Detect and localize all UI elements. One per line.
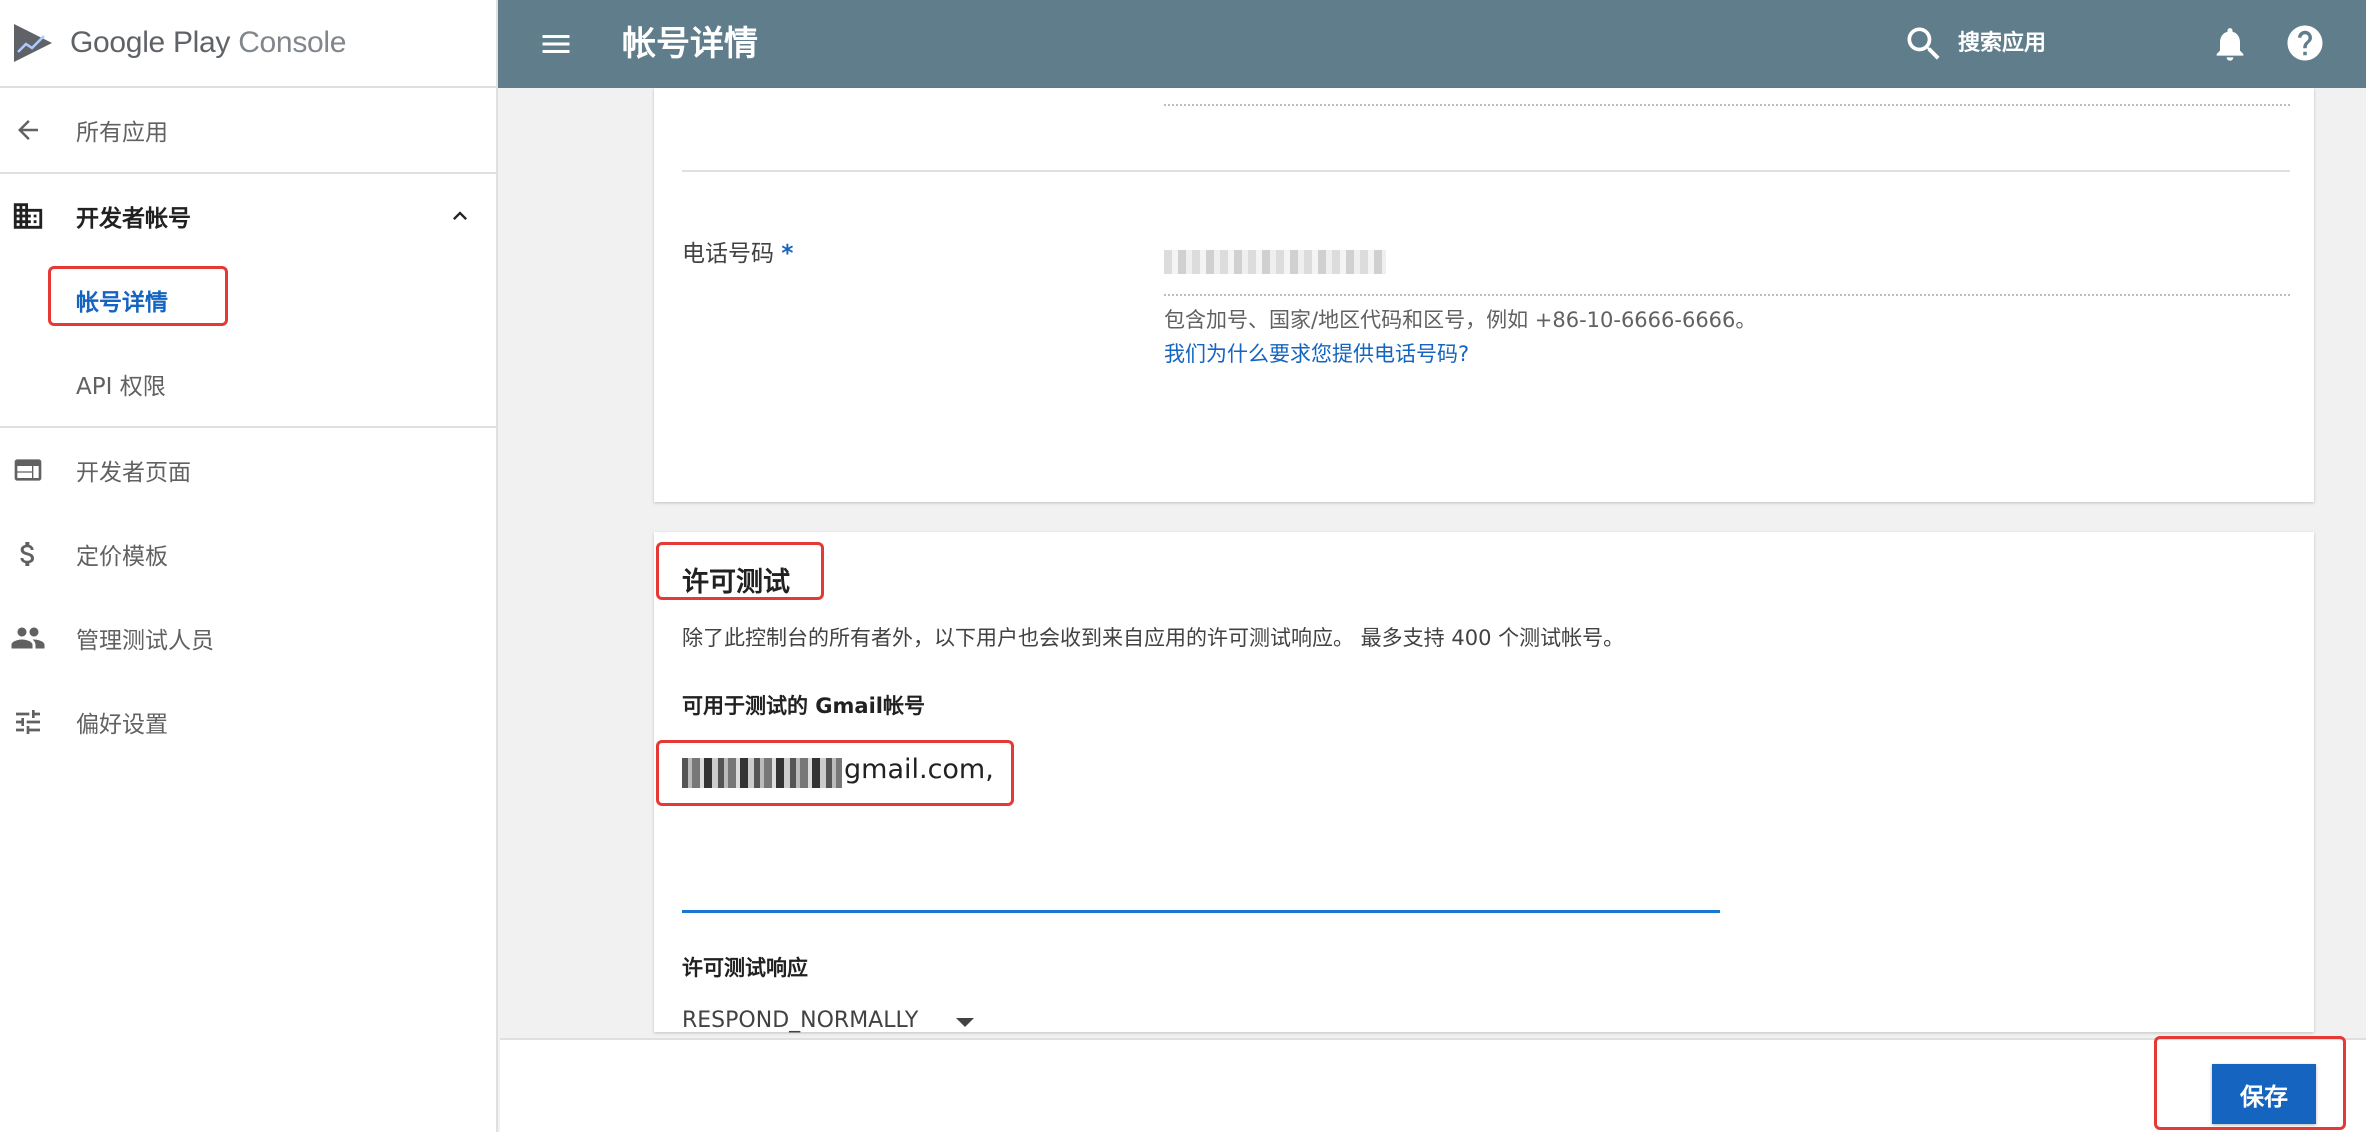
sidebar-item-developer-page[interactable]: 开发者页面 — [0, 428, 496, 512]
field-divider — [682, 170, 2290, 172]
sidebar-item-pricing-templates[interactable]: 定价模板 — [0, 512, 496, 596]
phone-number-underline — [1164, 294, 2290, 296]
search-icon[interactable] — [1902, 22, 1946, 66]
contact-details-card: 电话号码 * 包含加号、国家/地区代码和区号，例如 +86-10-6666-66… — [654, 88, 2314, 502]
annotation-box-gmail — [656, 740, 1014, 806]
bottom-action-bar: 保存 — [500, 1038, 2366, 1132]
phone-number-input[interactable] — [1164, 250, 1386, 274]
previous-field-underline — [1164, 104, 2290, 106]
sidebar-item-label: 偏好设置 — [76, 712, 168, 738]
sidebar-item-preferences[interactable]: 偏好设置 — [0, 680, 496, 764]
chevron-up-icon[interactable] — [446, 202, 474, 230]
app-logo[interactable]: Google Play Console — [0, 0, 496, 88]
license-testing-description: 除了此控制台的所有者外，以下用户也会收到来自应用的许可测试响应。 最多支持 40… — [682, 626, 1625, 650]
top-app-bar: 帐号详情 搜索应用 — [498, 0, 2366, 88]
building-icon — [10, 198, 46, 234]
sidebar-item-manage-testers[interactable]: 管理测试人员 — [0, 596, 496, 680]
menu-icon[interactable] — [538, 26, 574, 62]
sidebar-item-all-apps[interactable]: 所有应用 — [0, 88, 496, 172]
license-response-select[interactable]: RESPOND_NORMALLY — [682, 1008, 982, 1038]
page-title: 帐号详情 — [622, 24, 758, 64]
help-icon[interactable] — [2284, 22, 2326, 64]
textarea-underline — [682, 910, 1720, 913]
sidebar-item-label: 开发者页面 — [76, 460, 191, 486]
license-response-value: RESPOND_NORMALLY — [682, 1008, 919, 1033]
dollar-icon — [10, 536, 46, 572]
web-page-icon — [10, 452, 46, 488]
sidebar-item-developer-account[interactable]: 开发者帐号 — [0, 174, 496, 258]
annotation-box-save — [2154, 1036, 2346, 1130]
phone-number-label: 电话号码 * — [682, 241, 794, 267]
gmail-accounts-label: 可用于测试的 Gmail帐号 — [682, 694, 925, 718]
sidebar-item-label: 管理测试人员 — [76, 628, 214, 654]
sidebar-item-label: 所有应用 — [76, 120, 168, 146]
license-response-label: 许可测试响应 — [682, 956, 808, 980]
sidebar-item-label: API 权限 — [76, 374, 166, 400]
tune-icon — [10, 704, 46, 740]
arrow-back-icon — [10, 112, 46, 148]
dropdown-arrow-icon — [956, 1018, 974, 1027]
sidebar-item-label: 定价模板 — [76, 544, 168, 570]
notifications-bell-icon[interactable] — [2210, 22, 2250, 66]
sidebar: Google Play Console 所有应用 开发者帐号 帐号详情 API … — [0, 0, 498, 1132]
sidebar-item-label: 开发者帐号 — [76, 206, 191, 232]
why-phone-link[interactable]: 我们为什么要求您提供电话号码? — [1164, 338, 1469, 368]
annotation-box-account-details — [48, 266, 228, 326]
people-icon — [10, 620, 46, 656]
phone-number-hint: 包含加号、国家/地区代码和区号，例如 +86-10-6666-6666。 — [1164, 308, 1757, 332]
play-console-logo-icon — [14, 24, 52, 62]
app-logo-text: Google Play Console — [70, 26, 347, 59]
search-apps-label[interactable]: 搜索应用 — [1958, 26, 2046, 62]
sidebar-item-api-access[interactable]: API 权限 — [0, 342, 496, 426]
annotation-box-license-testing — [656, 542, 824, 600]
